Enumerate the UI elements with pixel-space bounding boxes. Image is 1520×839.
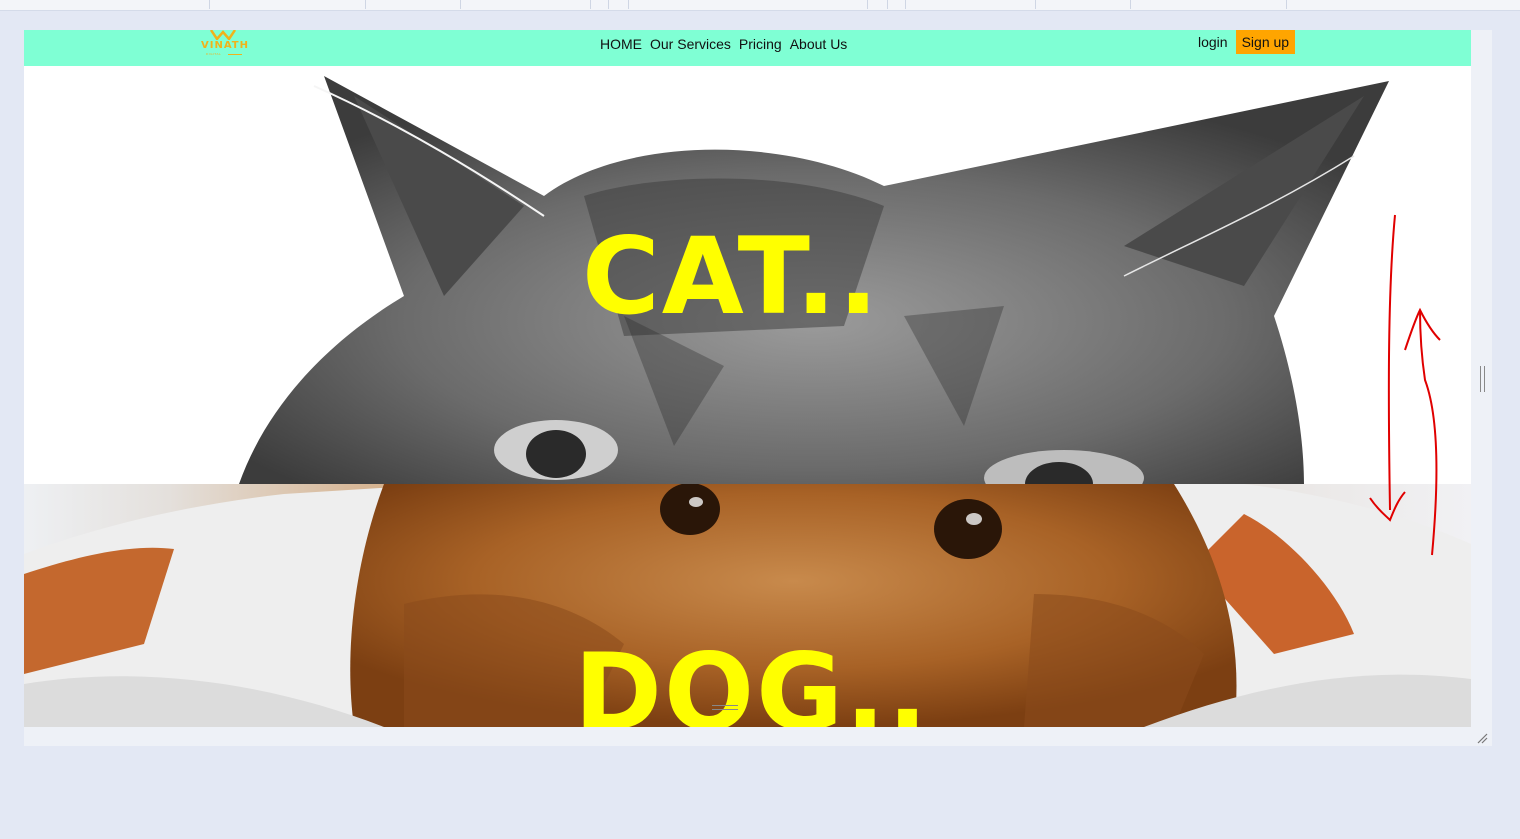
resize-handle-icon[interactable] bbox=[1476, 732, 1488, 744]
arrow-annotation bbox=[1369, 214, 1441, 556]
tab-divider bbox=[1035, 0, 1036, 9]
tab-divider bbox=[209, 0, 210, 9]
nav-link-services[interactable]: Our Services bbox=[650, 36, 731, 52]
nav-link-home[interactable]: HOME bbox=[600, 36, 642, 52]
tab-divider bbox=[590, 0, 591, 9]
tab-divider bbox=[1130, 0, 1131, 9]
signup-button[interactable]: Sign up bbox=[1235, 30, 1296, 54]
tab-divider bbox=[365, 0, 366, 9]
logo-text: VINATH bbox=[201, 40, 249, 51]
logo[interactable]: VINATH DIGITAL bbox=[198, 30, 252, 60]
auth-links: login Sign up bbox=[1198, 30, 1296, 54]
tab-divider bbox=[460, 0, 461, 9]
cat-title: CAT.. bbox=[582, 215, 881, 338]
tab-divider bbox=[867, 0, 868, 9]
nav-link-about[interactable]: About Us bbox=[790, 36, 848, 52]
horizontal-resize-handle[interactable] bbox=[1480, 366, 1485, 392]
tab-divider bbox=[1286, 0, 1287, 9]
navbar: VINATH DIGITAL HOME Our Services Pricing… bbox=[24, 30, 1471, 66]
website-preview: VINATH DIGITAL HOME Our Services Pricing… bbox=[24, 30, 1471, 727]
preview-frame: VINATH DIGITAL HOME Our Services Pricing… bbox=[24, 30, 1492, 746]
nav-link-pricing[interactable]: Pricing bbox=[739, 36, 782, 52]
tab-strip bbox=[0, 0, 1520, 11]
login-link[interactable]: login bbox=[1198, 34, 1228, 50]
cat-hero: CAT.. bbox=[24, 66, 1471, 484]
logo-subtext: DIGITAL bbox=[206, 52, 244, 57]
dog-title: DOG.. bbox=[574, 631, 930, 728]
tab-divider bbox=[608, 0, 609, 9]
tab-divider bbox=[887, 0, 888, 9]
tab-divider bbox=[628, 0, 629, 9]
dog-hero: DOG.. bbox=[24, 484, 1471, 727]
tab-divider bbox=[905, 0, 906, 9]
vertical-resize-handle[interactable] bbox=[712, 705, 738, 710]
vinath-logo-icon bbox=[210, 30, 236, 40]
nav-links: HOME Our Services Pricing About Us bbox=[600, 33, 847, 55]
